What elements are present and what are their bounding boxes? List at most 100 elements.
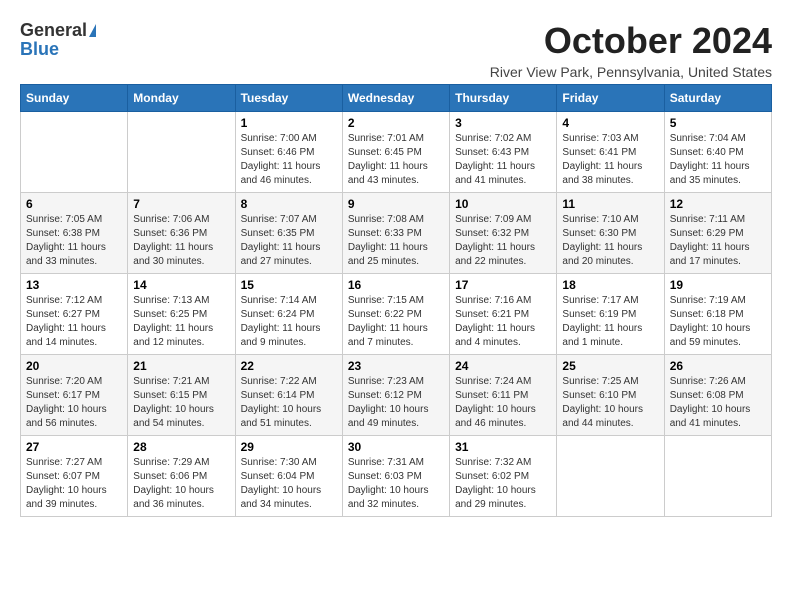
day-info: Sunrise: 7:29 AM Sunset: 6:06 PM Dayligh…: [133, 456, 229, 512]
sunset-text: Sunset: 6:03 PM: [348, 471, 422, 482]
daylight-text: Daylight: 11 hours and 25 minutes.: [348, 242, 428, 267]
day-number: 14: [133, 278, 229, 292]
sunset-text: Sunset: 6:24 PM: [241, 309, 315, 320]
daylight-text: Daylight: 11 hours and 22 minutes.: [455, 242, 535, 267]
day-info: Sunrise: 7:22 AM Sunset: 6:14 PM Dayligh…: [241, 375, 337, 431]
day-info: Sunrise: 7:27 AM Sunset: 6:07 PM Dayligh…: [26, 456, 122, 512]
sunset-text: Sunset: 6:38 PM: [26, 228, 100, 239]
day-info: Sunrise: 7:23 AM Sunset: 6:12 PM Dayligh…: [348, 375, 444, 431]
daylight-text: Daylight: 10 hours and 46 minutes.: [455, 404, 536, 429]
day-info: Sunrise: 7:11 AM Sunset: 6:29 PM Dayligh…: [670, 213, 766, 269]
daylight-text: Daylight: 11 hours and 30 minutes.: [133, 242, 213, 267]
day-info: Sunrise: 7:15 AM Sunset: 6:22 PM Dayligh…: [348, 294, 444, 350]
sunset-text: Sunset: 6:32 PM: [455, 228, 529, 239]
table-row: 6 Sunrise: 7:05 AM Sunset: 6:38 PM Dayli…: [21, 193, 128, 274]
day-number: 27: [26, 440, 122, 454]
calendar-week-row: 20 Sunrise: 7:20 AM Sunset: 6:17 PM Dayl…: [21, 355, 772, 436]
day-number: 24: [455, 359, 551, 373]
table-row: 13 Sunrise: 7:12 AM Sunset: 6:27 PM Dayl…: [21, 274, 128, 355]
sunrise-text: Sunrise: 7:11 AM: [670, 214, 745, 225]
daylight-text: Daylight: 11 hours and 17 minutes.: [670, 242, 750, 267]
sunrise-text: Sunrise: 7:17 AM: [562, 295, 638, 306]
day-info: Sunrise: 7:32 AM Sunset: 6:02 PM Dayligh…: [455, 456, 551, 512]
sunset-text: Sunset: 6:22 PM: [348, 309, 422, 320]
header-tuesday: Tuesday: [235, 85, 342, 112]
table-row: 9 Sunrise: 7:08 AM Sunset: 6:33 PM Dayli…: [342, 193, 449, 274]
day-number: 20: [26, 359, 122, 373]
sunrise-text: Sunrise: 7:27 AM: [26, 457, 102, 468]
daylight-text: Daylight: 11 hours and 1 minute.: [562, 323, 642, 348]
daylight-text: Daylight: 11 hours and 41 minutes.: [455, 161, 535, 186]
table-row: 4 Sunrise: 7:03 AM Sunset: 6:41 PM Dayli…: [557, 112, 664, 193]
day-info: Sunrise: 7:10 AM Sunset: 6:30 PM Dayligh…: [562, 213, 658, 269]
sunrise-text: Sunrise: 7:09 AM: [455, 214, 531, 225]
day-number: 1: [241, 116, 337, 130]
day-info: Sunrise: 7:21 AM Sunset: 6:15 PM Dayligh…: [133, 375, 229, 431]
table-row: 20 Sunrise: 7:20 AM Sunset: 6:17 PM Dayl…: [21, 355, 128, 436]
logo-blue: Blue: [20, 39, 59, 60]
location-title: River View Park, Pennsylvania, United St…: [490, 64, 772, 80]
table-row: 28 Sunrise: 7:29 AM Sunset: 6:06 PM Dayl…: [128, 436, 235, 517]
calendar-week-row: 1 Sunrise: 7:00 AM Sunset: 6:46 PM Dayli…: [21, 112, 772, 193]
logo-general: General: [20, 20, 87, 41]
sunrise-text: Sunrise: 7:03 AM: [562, 133, 638, 144]
sunrise-text: Sunrise: 7:01 AM: [348, 133, 424, 144]
table-row: 10 Sunrise: 7:09 AM Sunset: 6:32 PM Dayl…: [450, 193, 557, 274]
day-number: 10: [455, 197, 551, 211]
day-number: 12: [670, 197, 766, 211]
sunrise-text: Sunrise: 7:02 AM: [455, 133, 531, 144]
table-row: [557, 436, 664, 517]
daylight-text: Daylight: 10 hours and 34 minutes.: [241, 485, 322, 510]
table-row: 17 Sunrise: 7:16 AM Sunset: 6:21 PM Dayl…: [450, 274, 557, 355]
daylight-text: Daylight: 11 hours and 27 minutes.: [241, 242, 321, 267]
sunset-text: Sunset: 6:04 PM: [241, 471, 315, 482]
day-info: Sunrise: 7:05 AM Sunset: 6:38 PM Dayligh…: [26, 213, 122, 269]
daylight-text: Daylight: 11 hours and 9 minutes.: [241, 323, 321, 348]
day-number: 9: [348, 197, 444, 211]
table-row: [21, 112, 128, 193]
sunrise-text: Sunrise: 7:14 AM: [241, 295, 317, 306]
sunset-text: Sunset: 6:27 PM: [26, 309, 100, 320]
header-saturday: Saturday: [664, 85, 771, 112]
table-row: 2 Sunrise: 7:01 AM Sunset: 6:45 PM Dayli…: [342, 112, 449, 193]
daylight-text: Daylight: 10 hours and 59 minutes.: [670, 323, 751, 348]
sunset-text: Sunset: 6:11 PM: [455, 390, 528, 401]
table-row: 26 Sunrise: 7:26 AM Sunset: 6:08 PM Dayl…: [664, 355, 771, 436]
day-number: 2: [348, 116, 444, 130]
day-number: 26: [670, 359, 766, 373]
sunset-text: Sunset: 6:14 PM: [241, 390, 315, 401]
sunrise-text: Sunrise: 7:23 AM: [348, 376, 424, 387]
day-number: 5: [670, 116, 766, 130]
day-info: Sunrise: 7:17 AM Sunset: 6:19 PM Dayligh…: [562, 294, 658, 350]
sunrise-text: Sunrise: 7:30 AM: [241, 457, 317, 468]
sunrise-text: Sunrise: 7:29 AM: [133, 457, 209, 468]
daylight-text: Daylight: 11 hours and 7 minutes.: [348, 323, 428, 348]
header-monday: Monday: [128, 85, 235, 112]
day-info: Sunrise: 7:12 AM Sunset: 6:27 PM Dayligh…: [26, 294, 122, 350]
day-info: Sunrise: 7:02 AM Sunset: 6:43 PM Dayligh…: [455, 132, 551, 188]
daylight-text: Daylight: 10 hours and 36 minutes.: [133, 485, 214, 510]
table-row: 27 Sunrise: 7:27 AM Sunset: 6:07 PM Dayl…: [21, 436, 128, 517]
table-row: 16 Sunrise: 7:15 AM Sunset: 6:22 PM Dayl…: [342, 274, 449, 355]
daylight-text: Daylight: 11 hours and 14 minutes.: [26, 323, 106, 348]
day-number: 25: [562, 359, 658, 373]
table-row: 21 Sunrise: 7:21 AM Sunset: 6:15 PM Dayl…: [128, 355, 235, 436]
sunrise-text: Sunrise: 7:24 AM: [455, 376, 531, 387]
sunset-text: Sunset: 6:17 PM: [26, 390, 100, 401]
sunset-text: Sunset: 6:40 PM: [670, 147, 744, 158]
day-info: Sunrise: 7:16 AM Sunset: 6:21 PM Dayligh…: [455, 294, 551, 350]
logo-triangle-icon: [89, 24, 96, 37]
calendar-week-row: 13 Sunrise: 7:12 AM Sunset: 6:27 PM Dayl…: [21, 274, 772, 355]
day-number: 6: [26, 197, 122, 211]
daylight-text: Daylight: 11 hours and 20 minutes.: [562, 242, 642, 267]
sunset-text: Sunset: 6:46 PM: [241, 147, 315, 158]
header-wednesday: Wednesday: [342, 85, 449, 112]
daylight-text: Daylight: 10 hours and 51 minutes.: [241, 404, 322, 429]
sunrise-text: Sunrise: 7:15 AM: [348, 295, 424, 306]
table-row: 8 Sunrise: 7:07 AM Sunset: 6:35 PM Dayli…: [235, 193, 342, 274]
table-row: 31 Sunrise: 7:32 AM Sunset: 6:02 PM Dayl…: [450, 436, 557, 517]
table-row: 23 Sunrise: 7:23 AM Sunset: 6:12 PM Dayl…: [342, 355, 449, 436]
table-row: 5 Sunrise: 7:04 AM Sunset: 6:40 PM Dayli…: [664, 112, 771, 193]
table-row: [128, 112, 235, 193]
sunrise-text: Sunrise: 7:25 AM: [562, 376, 638, 387]
